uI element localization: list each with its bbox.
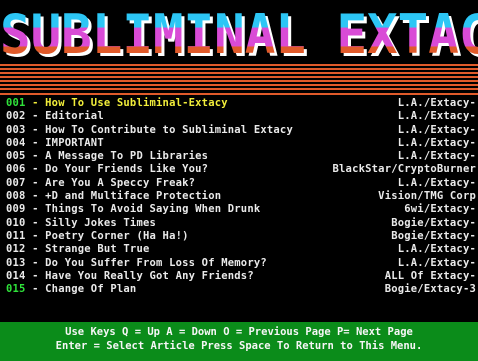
menu-item-number: 009 [6, 203, 26, 216]
menu-item-author: Bogie/Extacy- [391, 229, 476, 242]
menu-item-author: L.A./Extacy- [397, 176, 476, 189]
menu-item-012[interactable]: 012 - Strange But True L.A./Extacy- [6, 243, 476, 256]
menu-item-009[interactable]: 009 - Things To Avoid Saying When Drunk 6… [6, 203, 476, 216]
menu-item-008[interactable]: 008 - +D and Multiface Protection Vision/… [6, 190, 476, 203]
menu-item-number: 001 [6, 97, 26, 109]
menu-item-author: L.A./Extacy- [397, 243, 476, 256]
menu-item-006[interactable]: 006 - Do Your Friends Like You? BlackStar… [6, 163, 476, 176]
menu-item-title: 010 - Silly Jokes Times [6, 217, 156, 230]
menu-item-separator: - [25, 243, 46, 256]
menu-item-005[interactable]: 005 - A Message To PD Libraries L.A./Exta… [6, 150, 476, 163]
menu-item-003[interactable]: 003 - How To Contribute to Subliminal Ex… [6, 124, 476, 137]
logo-graphic: SUBLIMINAL EXTACY SUBLIMINAL EXTACY [0, 3, 478, 91]
menu-item-title: 001 - How To Use Subliminal-Extacy [6, 97, 228, 110]
menu-item-title: 011 - Poetry Corner (Ha Ha!) [6, 230, 189, 243]
menu-item-separator: - [25, 216, 46, 229]
menu-item-title: 014 - Have You Really Got Any Friends? [6, 270, 254, 283]
menu-item-title-text: Poetry Corner (Ha Ha!) [45, 229, 189, 242]
menu-item-separator: - [25, 136, 46, 149]
menu-item-010[interactable]: 010 - Silly Jokes Times Bogie/Extacy- [6, 217, 476, 230]
menu-item-title-text: Silly Jokes Times [45, 216, 157, 229]
menu-item-number: 003 [6, 123, 26, 136]
menu-item-separator: - [25, 176, 46, 189]
menu-item-separator: - [25, 190, 46, 203]
menu-item-title-text: IMPORTANT [45, 136, 104, 149]
logo-banner: SUBLIMINAL EXTACY SUBLIMINAL EXTACY [0, 0, 478, 92]
menu-item-number: 010 [6, 216, 26, 229]
menu-item-separator: - [25, 97, 46, 109]
menu-item-number: 011 [6, 229, 26, 242]
help-line-select: Enter = Select Article Press Space To Re… [55, 340, 423, 352]
menu-item-title-text: Strange But True [45, 243, 150, 256]
logo-text: SUBLIMINAL EXTACY [0, 3, 478, 66]
menu-item-title-text: A Message To PD Libraries [45, 150, 209, 163]
menu-item-author: Bogie/Extacy-3 [384, 283, 476, 296]
menu-item-separator: - [25, 269, 46, 282]
menu-item-author: L.A./Extacy- [397, 123, 476, 136]
menu-item-number: 005 [6, 150, 26, 163]
menu-item-title: 004 - IMPORTANT [6, 137, 104, 150]
menu-item-title: 012 - Strange But True [6, 243, 150, 256]
menu-item-title: 013 - Do You Suffer From Loss Of Memory? [6, 257, 267, 270]
menu-item-separator: - [25, 150, 46, 163]
menu-item-004[interactable]: 004 - IMPORTANT L.A./Extacy- [6, 137, 476, 150]
menu-item-007[interactable]: 007 - Are You A Speccy Freak? L.A./Extacy… [6, 177, 476, 190]
menu-item-title-text: Things To Avoid Saying When Drunk [45, 203, 261, 216]
menu-item-title: 008 - +D and Multiface Protection [6, 190, 221, 203]
menu-item-author: L.A./Extacy- [397, 97, 476, 109]
article-menu: 001 - How To Use Subliminal-Extacy L.A./E… [6, 97, 476, 296]
menu-item-002[interactable]: 002 - Editorial L.A./Extacy- [6, 110, 476, 123]
help-line-navigation: Use Keys Q = Up A = Down O = Previous Pa… [65, 326, 413, 338]
menu-item-author: L.A./Extacy- [397, 256, 476, 269]
menu-item-number: 015 [6, 283, 26, 296]
menu-item-title: 009 - Things To Avoid Saying When Drunk [6, 203, 260, 216]
menu-item-separator: - [25, 283, 46, 296]
menu-item-number: 013 [6, 256, 26, 269]
divider [0, 93, 478, 95]
menu-item-title-text: Change Of Plan [45, 283, 137, 296]
menu-item-title: 002 - Editorial [6, 110, 104, 123]
menu-item-separator: - [25, 256, 46, 269]
menu-item-author: ALL Of Extacy- [384, 269, 476, 282]
menu-item-title-text: +D and Multiface Protection [45, 190, 222, 203]
menu-item-number: 004 [6, 136, 26, 149]
menu-item-011[interactable]: 011 - Poetry Corner (Ha Ha!) Bogie/Extacy… [6, 230, 476, 243]
menu-item-author: Bogie/Extacy- [391, 216, 476, 229]
menu-item-author: L.A./Extacy- [397, 136, 476, 149]
menu-item-title-text: How To Use Subliminal-Extacy [45, 97, 228, 109]
menu-item-title-text: How To Contribute to Subliminal Extacy [45, 123, 293, 136]
menu-item-separator: - [25, 163, 46, 176]
menu-item-author: L.A./Extacy- [397, 150, 476, 163]
menu-item-number: 014 [6, 269, 26, 282]
menu-item-title: 006 - Do Your Friends Like You? [6, 163, 208, 176]
menu-item-separator: - [25, 203, 46, 216]
menu-item-number: 008 [6, 190, 26, 203]
menu-item-number: 006 [6, 163, 26, 176]
menu-item-separator: - [25, 229, 46, 242]
menu-item-number: 007 [6, 176, 26, 189]
menu-item-title: 007 - Are You A Speccy Freak? [6, 177, 195, 190]
menu-item-author: L.A./Extacy- [397, 110, 476, 123]
menu-item-separator: - [25, 110, 46, 123]
menu-item-number: 002 [6, 110, 26, 123]
menu-item-title-text: Editorial [45, 110, 104, 123]
menu-item-title-text: Do You Suffer From Loss Of Memory? [45, 256, 267, 269]
menu-item-title-text: Are You A Speccy Freak? [45, 176, 196, 189]
menu-item-author: Vision/TMG Corp [378, 190, 476, 203]
menu-item-author: BlackStar/CryptoBurner [332, 163, 476, 176]
menu-item-title: 015 - Change Of Plan [6, 283, 136, 296]
help-bar: Use Keys Q = Up A = Down O = Previous Pa… [0, 322, 478, 361]
menu-item-author: 6wi/Extacy- [404, 203, 476, 216]
menu-item-separator: - [25, 123, 46, 136]
menu-item-015[interactable]: 015 - Change Of Plan Bogie/Extacy-3 [6, 283, 476, 296]
logo-scanlines [0, 62, 478, 91]
menu-item-title: 005 - A Message To PD Libraries [6, 150, 208, 163]
menu-item-001[interactable]: 001 - How To Use Subliminal-Extacy L.A./E… [6, 97, 476, 110]
menu-item-title-text: Do Your Friends Like You? [45, 163, 209, 176]
menu-item-014[interactable]: 014 - Have You Really Got Any Friends? AL… [6, 270, 476, 283]
menu-item-title: 003 - How To Contribute to Subliminal Ex… [6, 124, 293, 137]
menu-item-title-text: Have You Really Got Any Friends? [45, 269, 254, 282]
menu-item-013[interactable]: 013 - Do You Suffer From Loss Of Memory?… [6, 257, 476, 270]
menu-item-number: 012 [6, 243, 26, 256]
